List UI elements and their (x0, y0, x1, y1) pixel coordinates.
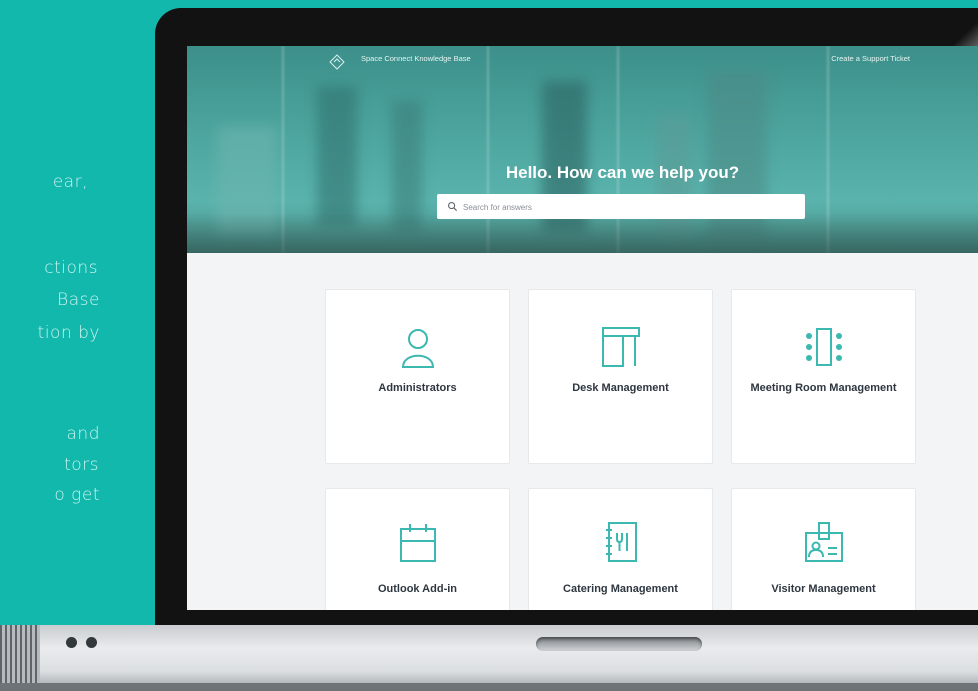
side-marketing-text: ear, ctions Base tion by and tors o get (0, 0, 160, 560)
card-label: Administrators (378, 382, 457, 394)
visitor-badge-icon (804, 522, 843, 562)
indicator-light (86, 637, 97, 648)
search-input[interactable] (461, 198, 795, 217)
catering-menu-icon (605, 522, 637, 562)
meeting-room-icon (805, 328, 842, 366)
card-label: Catering Management (563, 583, 678, 595)
card-label: Visitor Management (771, 583, 876, 595)
side-text-line: tors (64, 455, 99, 475)
hero-floor-shade (187, 213, 978, 253)
space-connect-logo-icon[interactable] (329, 54, 345, 70)
side-text-line: o get (54, 485, 100, 505)
search-bar[interactable] (437, 194, 805, 219)
hero-photo-figure (317, 86, 357, 226)
create-support-ticket-link[interactable]: Create a Support Ticket (831, 54, 910, 63)
side-text-line: Base (57, 290, 100, 310)
side-text-line: ctions (44, 258, 98, 278)
bezel-reflection (940, 8, 978, 48)
user-icon (401, 329, 434, 368)
category-card-visitor-management[interactable]: Visitor Management (731, 488, 916, 610)
category-card-meeting-room-management[interactable]: Meeting Room Management (731, 289, 916, 464)
laptop-vent (0, 625, 40, 691)
search-icon (448, 202, 458, 212)
hero-heading: Hello. How can we help you? (505, 163, 740, 182)
side-text-line: and (66, 424, 100, 444)
site-title[interactable]: Space Connect Knowledge Base (361, 54, 471, 63)
laptop-base (0, 625, 978, 691)
category-card-desk-management[interactable]: Desk Management (528, 289, 713, 464)
card-label: Meeting Room Management (750, 382, 897, 394)
desk-icon (601, 327, 640, 367)
card-label: Desk Management (572, 382, 669, 394)
laptop-screen: Space Connect Knowledge Base Create a Su… (187, 46, 978, 610)
hero-banner: Space Connect Knowledge Base Create a Su… (187, 46, 978, 253)
category-card-outlook-add-in[interactable]: Outlook Add-in (325, 488, 510, 610)
side-text-line: ear, (52, 172, 88, 192)
indicator-light (66, 637, 77, 648)
laptop-lid-notch (536, 637, 702, 651)
side-text-line: tion by (37, 323, 100, 343)
category-card-administrators[interactable]: Administrators (325, 289, 510, 464)
category-card-catering-management[interactable]: Catering Management (528, 488, 713, 610)
laptop-base-edge (0, 683, 978, 691)
calendar-icon (399, 524, 436, 562)
card-label: Outlook Add-in (377, 583, 458, 595)
